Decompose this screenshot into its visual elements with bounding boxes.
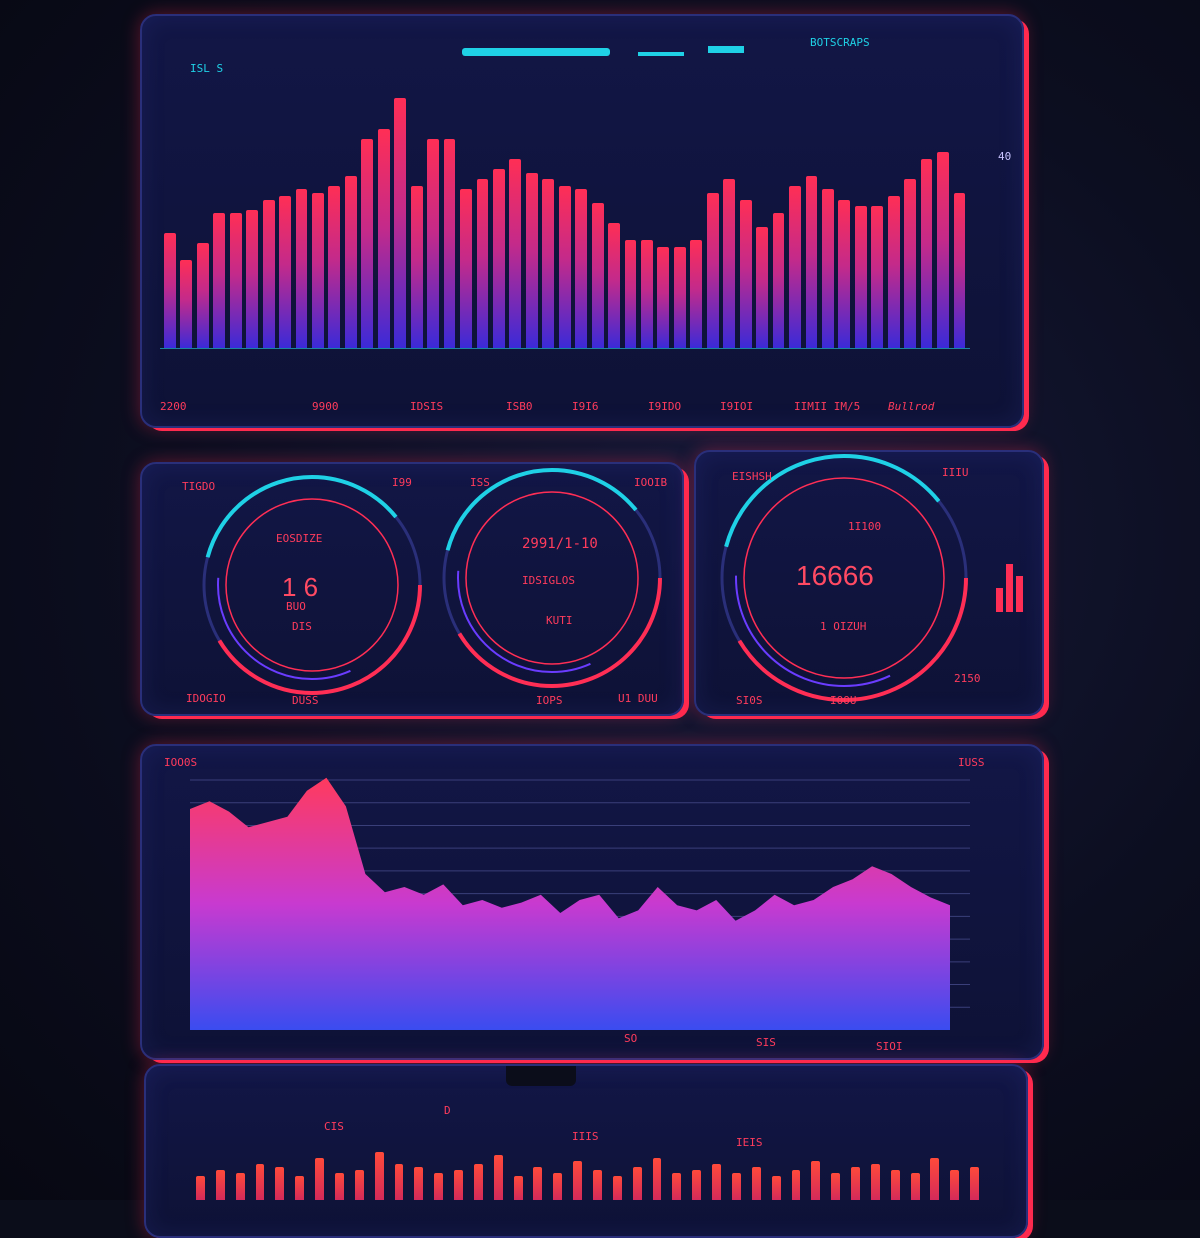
bar: [930, 1158, 940, 1200]
bar: [851, 1167, 860, 1200]
bar: [473, 1164, 483, 1200]
bar: [315, 1158, 325, 1200]
bar: [910, 1173, 920, 1200]
bar: [394, 1164, 404, 1200]
bar: [493, 1155, 503, 1200]
bar: [275, 1167, 285, 1200]
bar: [970, 1167, 980, 1200]
area-series: [190, 777, 950, 1030]
bar: [890, 1170, 900, 1200]
panel4-label-1: D: [444, 1104, 451, 1117]
panel3-bottom-2: SIS: [756, 1036, 776, 1049]
bar: [334, 1173, 344, 1200]
bar: [751, 1167, 761, 1200]
bar: [672, 1173, 682, 1200]
bar: [196, 1176, 205, 1200]
panel3-bottom-3: SIOI: [876, 1040, 903, 1053]
bar: [374, 1152, 384, 1200]
panel3-corner-left: IOO0S: [164, 756, 198, 769]
bar: [513, 1176, 523, 1200]
bar: [593, 1170, 602, 1200]
panel3-bottom-1: SO: [624, 1032, 638, 1045]
bar: [612, 1176, 622, 1200]
bar: [235, 1173, 245, 1200]
bar: [295, 1176, 305, 1200]
bar: [573, 1161, 583, 1200]
bar: [811, 1161, 821, 1200]
bar: [354, 1170, 364, 1200]
bar: [533, 1167, 543, 1200]
bottom-bar-panel: [144, 1064, 1028, 1238]
panel4-label-4: IEIS: [736, 1136, 763, 1149]
area-chart-svg: [190, 777, 970, 1030]
bar: [553, 1173, 563, 1200]
bar: [434, 1173, 444, 1200]
bar: [791, 1170, 801, 1200]
bar: [255, 1164, 265, 1200]
panel4-label-3: IIIS: [572, 1130, 599, 1143]
bar: [831, 1173, 841, 1200]
bar: [870, 1164, 880, 1200]
bar: [731, 1173, 741, 1200]
bar: [950, 1170, 960, 1200]
bar: [215, 1170, 225, 1200]
bar: [454, 1170, 463, 1200]
bar: [712, 1164, 722, 1200]
bar: [652, 1158, 662, 1200]
bar: [414, 1167, 424, 1200]
bar: [692, 1170, 702, 1200]
panel3-corner-right: IUSS: [958, 756, 985, 769]
bar: [632, 1167, 642, 1200]
panel4-label-2: CIS: [324, 1120, 344, 1133]
bar: [771, 1176, 781, 1200]
panel4-tab: [506, 1066, 576, 1086]
